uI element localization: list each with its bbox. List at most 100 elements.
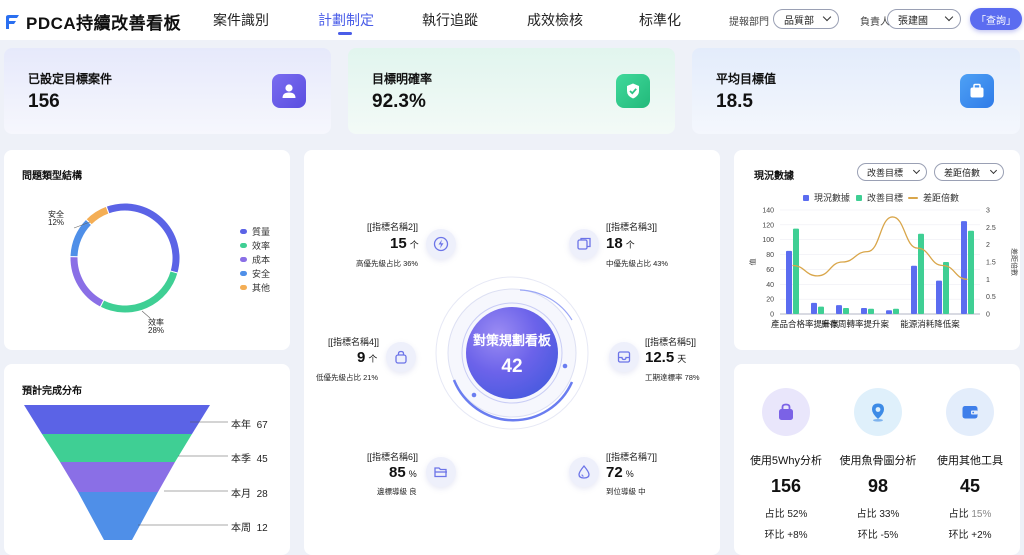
tab-plan-formulation[interactable]: 計劃制定 [318, 10, 374, 30]
y-right-tick-label: 2 [986, 242, 990, 249]
bar-current [786, 250, 792, 314]
x-tick-label: 庫存周轉率提升案 [821, 319, 890, 329]
app-title: PDCA持續改善看板 [26, 14, 182, 33]
legend-label: 安全 [252, 269, 271, 279]
stat-label: 平均目標值 [716, 72, 777, 86]
y-tick-label: 80 [766, 252, 774, 259]
chevron-down-icon [822, 12, 832, 22]
target-select[interactable]: 改善目標 [857, 163, 927, 181]
metric-title: [[指標名稱5]] [645, 337, 697, 347]
bar-current [836, 305, 842, 314]
dept-filter-label: 提報部門 [729, 17, 769, 28]
metric-sub: 中優先級占比 43% [606, 259, 669, 268]
legend-item: 安全 [240, 267, 270, 280]
funnel-level-quarter [42, 434, 192, 462]
y-right-axis-label: 差距倍數 [1010, 248, 1019, 276]
legend-label: 成本 [252, 255, 271, 265]
y-tick-label: 140 [762, 208, 774, 215]
dept-select[interactable]: 品質部 [773, 9, 839, 29]
folder-stack-icon [569, 229, 599, 259]
stat-value: 156 [28, 91, 60, 112]
target-select-value: 改善目標 [867, 167, 904, 178]
owner-select[interactable]: 張建國 [887, 9, 961, 29]
legend-swatch [240, 243, 247, 248]
tool-share: 占比 33% [856, 509, 900, 520]
legend-item: 質量 [240, 225, 270, 238]
y-tick-label: 40 [766, 282, 774, 289]
metric-sub: 工期達標率 78% [645, 373, 700, 382]
bar-current [961, 221, 967, 314]
shield-check-icon [616, 74, 650, 108]
tool-name: 使用魚骨圖分析 [839, 455, 917, 467]
funnel-label-month: 本月 28 [231, 489, 268, 500]
donut-callout-pct: 28% [148, 326, 165, 335]
stat-card-average-target: 平均目標值 18.5 [692, 48, 1020, 134]
funnel-label-week: 本周 12 [231, 523, 268, 534]
funnel-title: 預計完成分布 [22, 386, 82, 397]
logo-icon [6, 14, 19, 29]
tab-standardization[interactable]: 标準化 [639, 10, 681, 30]
problem-type-title: 問題類型結構 [22, 171, 82, 182]
donut-callout-pct: 12% [48, 218, 65, 227]
completion-funnel-chart [24, 405, 228, 540]
lightning-icon [426, 229, 456, 259]
bar-current [861, 308, 867, 314]
metric-sub: 低優先級占比 21% [316, 373, 379, 382]
legend-label: 其他 [252, 283, 271, 293]
tool-name: 使用5Why分析 [749, 455, 823, 467]
tab-result-review[interactable]: 成效檢核 [527, 10, 583, 30]
tab-case-identification[interactable]: 案件識別 [213, 10, 269, 30]
metric-value: 12.5 天 [645, 349, 687, 366]
metric-value: 72% [606, 464, 634, 481]
y-axis-label: 值 [748, 259, 757, 266]
board-value: 42 [501, 356, 523, 377]
stat-card-clarity-rate: 目標明確率 92.3% [348, 48, 675, 134]
owner-filter-label: 負責人 [860, 17, 890, 28]
folder-open-icon [426, 457, 456, 487]
bar-current [936, 280, 942, 314]
stat-value: 92.3% [372, 91, 426, 112]
tool-share: 占比 15% [948, 509, 992, 520]
bar-target [943, 262, 949, 314]
legend-swatch [908, 196, 918, 199]
tab-execution-tracking[interactable]: 執行追蹤 [422, 10, 478, 30]
metric-value: 85% [389, 464, 417, 481]
y-right-tick-label: 1.5 [986, 260, 996, 267]
tool-value: 45 [959, 476, 981, 496]
tool-card-5why: 使用5Why分析 156 占比 52% 环比 +8% [746, 388, 826, 541]
x-tick-label: 能源消耗降低案 [900, 319, 960, 329]
location-pin-icon [854, 388, 902, 436]
status-chart-title: 現況數據 [754, 171, 794, 182]
tool-ring: 环比 +2% [948, 530, 992, 541]
wallet-icon [946, 388, 994, 436]
tool-share: 占比 52% [764, 509, 808, 520]
metric-sub: 到位導級 中 [606, 487, 646, 496]
legend-swatch [240, 257, 247, 262]
chevron-down-icon [944, 12, 954, 22]
metric-value: 18 个 [606, 235, 635, 252]
y-right-tick-label: 3 [986, 208, 990, 215]
bar-target [893, 308, 899, 314]
y-right-tick-label: 2.5 [986, 225, 996, 232]
donut-slice [99, 270, 179, 314]
owner-select-value: 張建國 [898, 15, 928, 27]
metric-sub: 高優先級占比 36% [356, 259, 419, 268]
legend-item: 效率 [240, 239, 270, 252]
y-right-tick-label: 0.5 [986, 294, 996, 301]
stat-value: 18.5 [716, 91, 753, 112]
tool-name: 使用其他工具 [937, 455, 1003, 467]
top-nav-bar: PDCA持續改善看板 案件識別 計劃制定 執行追蹤 成效檢核 标準化 提報部門 … [0, 0, 1024, 40]
y-right-tick-label: 1 [986, 277, 990, 284]
y-tick-label: 60 [766, 267, 774, 274]
y-right-tick-label: 0 [986, 312, 990, 319]
tool-value: 156 [770, 476, 802, 496]
briefcase-icon [960, 74, 994, 108]
legend-swatch [240, 271, 247, 276]
query-button[interactable]: 「查詢」 [970, 8, 1022, 30]
app-logo[interactable]: PDCA持續改善看板 [4, 9, 181, 34]
chevron-down-icon [989, 166, 998, 175]
donut-slice [69, 255, 105, 308]
gap-select[interactable]: 差距倍數 [934, 163, 1004, 181]
chevron-down-icon [912, 166, 921, 175]
droplet-icon [569, 457, 599, 487]
